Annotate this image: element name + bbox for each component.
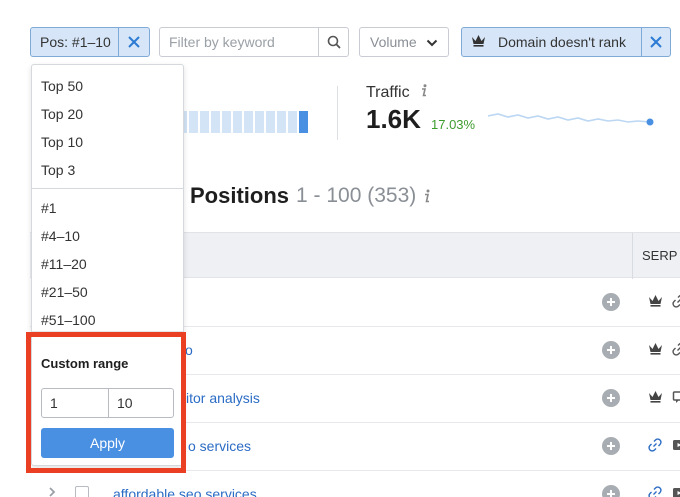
menu-item-11-20[interactable]: #11–20	[41, 256, 87, 272]
apply-button[interactable]: Apply	[41, 428, 174, 458]
menu-divider	[32, 188, 183, 189]
traffic-heading: Traffic	[366, 84, 428, 102]
menu-divider	[32, 331, 183, 332]
range-to-input[interactable]	[108, 389, 174, 417]
close-icon[interactable]	[642, 28, 670, 56]
crown-icon	[648, 294, 663, 312]
domain-filter[interactable]: Domain doesn't rank	[461, 27, 671, 57]
crown-icon	[471, 34, 486, 50]
link-icon	[672, 342, 680, 361]
keyword-link[interactable]: o	[185, 342, 193, 358]
link-icon	[648, 438, 662, 457]
positions-title: Positions	[190, 183, 290, 208]
keyword-filter-input[interactable]	[160, 28, 318, 56]
info-icon[interactable]	[420, 84, 428, 102]
bar	[266, 111, 275, 133]
menu-item-1[interactable]: #1	[41, 200, 57, 216]
divider	[337, 86, 338, 140]
traffic-title: Traffic	[366, 84, 410, 101]
bar	[211, 111, 220, 133]
positions-heading: Positions 1 - 100 (353)	[190, 183, 431, 209]
positions-range: 1 - 100 (353)	[296, 184, 417, 207]
serp-features-header[interactable]: SERP F	[642, 248, 680, 263]
video-icon	[672, 438, 680, 457]
keyword-link[interactable]: o services	[188, 438, 251, 454]
traffic-sparkline	[488, 113, 654, 126]
crown-icon	[648, 342, 663, 360]
link-icon	[648, 486, 662, 497]
menu-item-top-20[interactable]: Top 20	[41, 106, 83, 122]
volume-dropdown-label: Volume	[370, 34, 417, 50]
custom-range-inputs	[41, 388, 174, 418]
chevron-right-icon[interactable]	[48, 485, 56, 497]
chevron-down-icon	[426, 36, 438, 52]
video-icon	[672, 486, 680, 497]
bar	[233, 111, 242, 133]
table-row[interactable]: affordable seo services	[30, 471, 680, 497]
plus-icon[interactable]	[602, 341, 620, 359]
menu-item-top-3[interactable]: Top 3	[41, 162, 75, 178]
menu-item-top-50[interactable]: Top 50	[41, 78, 83, 94]
keyword-link[interactable]: affordable seo services	[113, 486, 257, 497]
volume-dropdown[interactable]: Volume	[359, 27, 449, 57]
bar	[277, 111, 286, 133]
bar	[222, 111, 231, 133]
domain-filter-body[interactable]: Domain doesn't rank	[462, 28, 642, 56]
search-icon[interactable]	[318, 28, 348, 56]
bar	[200, 111, 209, 133]
menu-item-21-50[interactable]: #21–50	[41, 284, 88, 300]
custom-range-title: Custom range	[41, 356, 129, 371]
bar	[255, 111, 264, 133]
position-filter[interactable]: Pos: #1–10	[30, 27, 150, 57]
plus-icon[interactable]	[602, 389, 620, 407]
keyword-distribution-bars	[178, 111, 308, 133]
link-icon	[672, 294, 680, 313]
menu-item-51-100[interactable]: #51–100	[41, 312, 96, 328]
bar	[288, 111, 297, 133]
keyword-filter	[159, 27, 349, 57]
row-checkbox[interactable]	[75, 486, 89, 497]
column-divider	[632, 233, 633, 279]
crown-icon	[648, 390, 663, 408]
bar	[189, 111, 198, 133]
traffic-value: 1.6K	[366, 104, 421, 134]
plus-icon[interactable]	[602, 437, 620, 455]
bar-highlighted	[299, 111, 308, 133]
sparkline-point	[646, 118, 654, 126]
review-icon	[672, 390, 680, 409]
traffic-change: 17.03%	[431, 117, 476, 132]
bar	[244, 111, 253, 133]
menu-item-top-10[interactable]: Top 10	[41, 134, 83, 150]
position-filter-label[interactable]: Pos: #1–10	[31, 28, 119, 56]
plus-icon[interactable]	[602, 293, 620, 311]
menu-item-4-10[interactable]: #4–10	[41, 228, 80, 244]
domain-filter-label: Domain doesn't rank	[498, 34, 626, 50]
info-icon[interactable]	[423, 183, 431, 209]
close-icon[interactable]	[119, 28, 149, 56]
plus-icon[interactable]	[602, 485, 620, 497]
range-from-input[interactable]	[42, 389, 108, 417]
keyword-link[interactable]: itor analysis	[186, 390, 260, 406]
